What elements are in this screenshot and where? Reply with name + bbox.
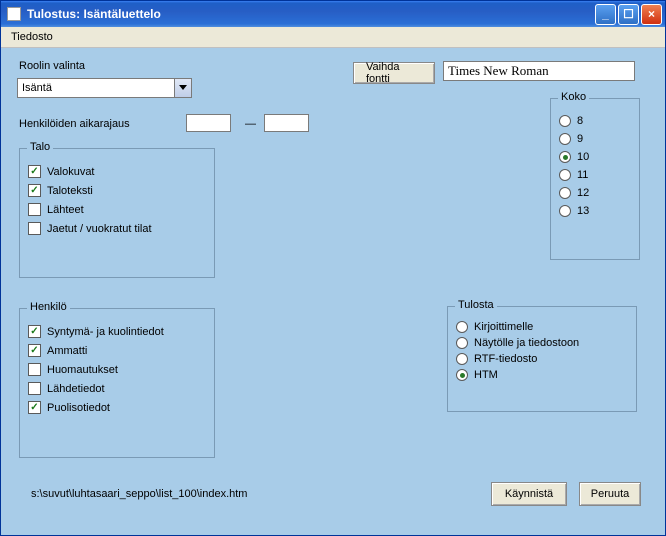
- maximize-button[interactable]: ☐: [618, 4, 639, 25]
- tulosta-option-label: Näytölle ja tiedostoon: [474, 337, 579, 349]
- change-font-button[interactable]: Vaihda fontti: [353, 62, 435, 84]
- radio-icon: [456, 353, 468, 365]
- date-to-input[interactable]: [264, 114, 309, 132]
- radio-icon: [559, 205, 571, 217]
- titlebar: Tulostus: Isäntäluettelo _ ☐ ×: [1, 1, 665, 27]
- radio-icon: [456, 337, 468, 349]
- aikarajaus-label: Henkilöiden aikarajaus: [19, 118, 130, 130]
- koko-option-12[interactable]: 12: [559, 187, 631, 199]
- aikarajaus-sep: —: [245, 118, 256, 130]
- koko-option-label: 13: [577, 205, 589, 217]
- koko-option-8[interactable]: 8: [559, 115, 631, 127]
- font-name-text: Times New Roman: [448, 63, 549, 79]
- checkbox-icon: [28, 401, 41, 414]
- talo-item-label: Valokuvat: [47, 166, 95, 178]
- radio-icon: [559, 133, 571, 145]
- henkilo-item-label: Puolisotiedot: [47, 402, 110, 414]
- tulosta-option-2[interactable]: RTF-tiedosto: [456, 353, 628, 365]
- cancel-button-label: Peruuta: [591, 488, 630, 500]
- date-from-input[interactable]: [186, 114, 231, 132]
- talo-item-label: Jaetut / vuokratut tilat: [47, 223, 152, 235]
- output-path: s:\suvut\luhtasaari_seppo\list_100\index…: [31, 488, 247, 500]
- menu-file[interactable]: Tiedosto: [5, 29, 59, 45]
- radio-icon: [559, 187, 571, 199]
- koko-option-label: 8: [577, 115, 583, 127]
- window-title: Tulostus: Isäntäluettelo: [27, 7, 595, 21]
- minimize-button[interactable]: _: [595, 4, 616, 25]
- koko-option-label: 12: [577, 187, 589, 199]
- henkilo-item-0[interactable]: Syntymä- ja kuolintiedot: [28, 325, 206, 338]
- checkbox-icon: [28, 184, 41, 197]
- window: Tulostus: Isäntäluettelo _ ☐ × Tiedosto …: [0, 0, 666, 536]
- koko-option-label: 10: [577, 151, 589, 163]
- tulosta-group: Tulosta KirjoittimelleNäytölle ja tiedos…: [447, 306, 637, 412]
- henkilo-item-3[interactable]: Lähdetiedot: [28, 382, 206, 395]
- radio-icon: [559, 169, 571, 181]
- henkilo-legend: Henkilö: [27, 301, 70, 313]
- checkbox-icon: [28, 165, 41, 178]
- henkilo-item-label: Syntymä- ja kuolintiedot: [47, 326, 164, 338]
- henkilo-item-label: Ammatti: [47, 345, 87, 357]
- chevron-down-icon: [179, 85, 187, 90]
- checkbox-icon: [28, 363, 41, 376]
- app-icon: [7, 7, 21, 21]
- talo-group: Talo ValokuvatTalotekstiLähteetJaetut / …: [19, 148, 215, 278]
- role-dropdown[interactable]: Isäntä: [17, 78, 192, 98]
- client-area: Roolin valinta Isäntä Henkilöiden aikara…: [1, 48, 665, 535]
- checkbox-icon: [28, 222, 41, 235]
- font-name-display: Times New Roman: [443, 61, 635, 81]
- checkbox-icon: [28, 382, 41, 395]
- tulosta-option-label: RTF-tiedosto: [474, 353, 537, 365]
- tulosta-option-label: Kirjoittimelle: [474, 321, 533, 333]
- radio-icon: [559, 151, 571, 163]
- tulosta-legend: Tulosta: [455, 299, 497, 311]
- tulosta-option-3[interactable]: HTM: [456, 369, 628, 381]
- checkbox-icon: [28, 203, 41, 216]
- koko-option-11[interactable]: 11: [559, 169, 631, 181]
- henkilo-item-label: Huomautukset: [47, 364, 118, 376]
- close-button[interactable]: ×: [641, 4, 662, 25]
- talo-item-1[interactable]: Taloteksti: [28, 184, 206, 197]
- talo-item-2[interactable]: Lähteet: [28, 203, 206, 216]
- koko-option-label: 11: [577, 169, 588, 181]
- role-dropdown-value: Isäntä: [22, 82, 52, 94]
- talo-item-label: Lähteet: [47, 204, 84, 216]
- tulosta-option-label: HTM: [474, 369, 498, 381]
- talo-item-label: Taloteksti: [47, 185, 93, 197]
- koko-option-label: 9: [577, 133, 583, 145]
- koko-legend: Koko: [558, 91, 589, 103]
- radio-icon: [559, 115, 571, 127]
- talo-legend: Talo: [27, 141, 53, 153]
- henkilo-group: Henkilö Syntymä- ja kuolintiedotAmmattiH…: [19, 308, 215, 458]
- talo-item-3[interactable]: Jaetut / vuokratut tilat: [28, 222, 206, 235]
- start-button-label: Käynnistä: [505, 488, 553, 500]
- start-button[interactable]: Käynnistä: [491, 482, 567, 506]
- radio-icon: [456, 369, 468, 381]
- cancel-button[interactable]: Peruuta: [579, 482, 641, 506]
- koko-option-13[interactable]: 13: [559, 205, 631, 217]
- radio-icon: [456, 321, 468, 333]
- henkilo-item-1[interactable]: Ammatti: [28, 344, 206, 357]
- roolin-valinta-label: Roolin valinta: [19, 60, 85, 72]
- checkbox-icon: [28, 325, 41, 338]
- koko-option-10[interactable]: 10: [559, 151, 631, 163]
- checkbox-icon: [28, 344, 41, 357]
- talo-item-0[interactable]: Valokuvat: [28, 165, 206, 178]
- henkilo-item-4[interactable]: Puolisotiedot: [28, 401, 206, 414]
- tulosta-option-1[interactable]: Näytölle ja tiedostoon: [456, 337, 628, 349]
- tulosta-option-0[interactable]: Kirjoittimelle: [456, 321, 628, 333]
- window-buttons: _ ☐ ×: [595, 4, 662, 25]
- henkilo-item-label: Lähdetiedot: [47, 383, 105, 395]
- menubar: Tiedosto: [1, 27, 665, 48]
- koko-option-9[interactable]: 9: [559, 133, 631, 145]
- change-font-button-label: Vaihda fontti: [366, 61, 422, 85]
- koko-group: Koko 8910111213: [550, 98, 640, 260]
- henkilo-item-2[interactable]: Huomautukset: [28, 363, 206, 376]
